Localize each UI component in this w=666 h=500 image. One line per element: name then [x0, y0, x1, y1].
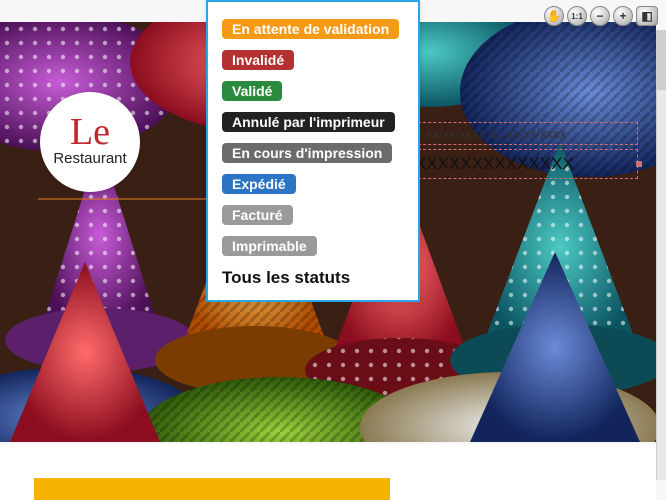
status-option-valid[interactable]: Validé — [222, 81, 282, 101]
vertical-scrollbar[interactable] — [656, 30, 666, 480]
fit-button[interactable]: 1:1 — [567, 6, 587, 26]
zoom-in-button[interactable]: + — [613, 6, 633, 26]
status-option-invoiced[interactable]: Facturé — [222, 205, 293, 225]
status-option-pending[interactable]: En attente de validation — [222, 19, 399, 39]
status-option-invalid[interactable]: Invalidé — [222, 50, 294, 70]
brand-logo-word: Restaurant — [53, 150, 126, 167]
scrollbar-thumb[interactable] — [657, 30, 666, 90]
hand-icon: ✋ — [547, 9, 562, 23]
brand-logo: Le Restaurant — [40, 92, 140, 192]
fit-icon: 1:1 — [571, 12, 583, 21]
status-dropdown: En attente de validation Invalidé Validé… — [206, 0, 420, 302]
status-option-printable[interactable]: Imprimable — [222, 236, 317, 256]
panel-toggle-button[interactable]: ◧ — [636, 6, 658, 26]
divider — [38, 198, 208, 200]
viewer-toolbar: ✋ 1:1 − + ◧ — [544, 6, 658, 26]
date-range-field[interactable]: u xx/xx/xxxx au xx/xx/xxxx — [408, 122, 638, 145]
brand-logo-script: Le — [70, 117, 110, 147]
bottom-accent-box — [34, 478, 390, 500]
resize-handle-right[interactable] — [636, 161, 642, 167]
status-option-all[interactable]: Tous les statuts — [222, 268, 404, 288]
zoom-out-button[interactable]: − — [590, 6, 610, 26]
panel-icon: ◧ — [641, 9, 652, 23]
code-field[interactable]: XXXXXXXXXXXXXX — [408, 149, 638, 179]
status-option-cancelled[interactable]: Annulé par l'imprimeur — [222, 112, 395, 132]
hand-tool-button[interactable]: ✋ — [544, 6, 564, 26]
status-option-printing[interactable]: En cours d'impression — [222, 143, 392, 163]
minus-icon: − — [596, 9, 603, 23]
editor-canvas: Le Restaurant u xx/xx/xxxx au xx/xx/xxxx… — [0, 0, 666, 500]
plus-icon: + — [619, 9, 626, 23]
status-option-shipped[interactable]: Expédié — [222, 174, 296, 194]
editable-fields: u xx/xx/xxxx au xx/xx/xxxx XXXXXXXXXXXXX… — [408, 122, 638, 179]
